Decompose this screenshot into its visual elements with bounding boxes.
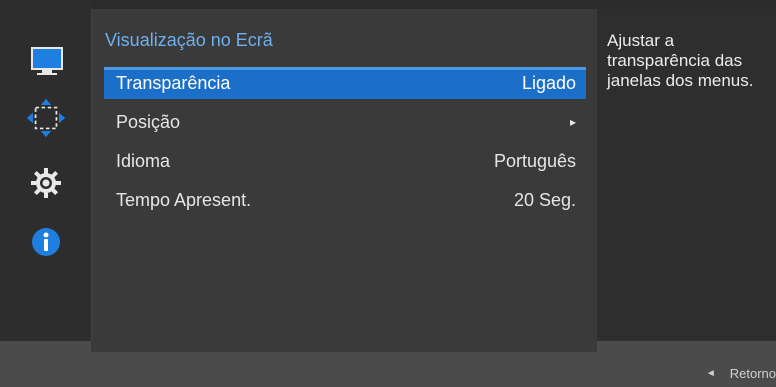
description-text: Ajustar a transparência das janelas dos … — [607, 31, 754, 90]
info-icon[interactable] — [26, 224, 66, 260]
sidebar — [0, 0, 92, 341]
menu-item-position[interactable]: Posição ▸ — [104, 106, 586, 138]
osd-menu-panel: Visualização no Ecrã Transparência Ligad… — [91, 9, 599, 352]
osd-screen: Visualização no Ecrã Transparência Ligad… — [0, 0, 776, 387]
menu-item-label: Posição — [116, 111, 181, 132]
menu-item-label: Transparência — [116, 72, 231, 93]
menu-item-value: Português — [493, 150, 576, 171]
menu-item-language[interactable]: Idioma Português — [104, 145, 586, 177]
back-arrow-icon: ◄ — [705, 368, 716, 379]
back-button[interactable]: ◄ Retorno — [706, 366, 776, 381]
menu-item-display-time[interactable]: Tempo Apresent. 20 Seg. — [104, 184, 586, 216]
footer-panel-extension — [91, 341, 597, 352]
monitor-icon[interactable] — [26, 44, 66, 80]
back-label: Retorno — [729, 366, 776, 381]
chevron-right-icon: ▸ — [569, 115, 576, 129]
footer-bar: ◄ Retorno — [0, 341, 776, 387]
menu-title: Visualização no Ecrã — [105, 30, 273, 50]
menu-item-label: Idioma — [116, 150, 171, 171]
position-arrows-icon[interactable] — [26, 98, 66, 138]
description-panel: Ajustar a transparência das janelas dos … — [597, 9, 776, 352]
gear-icon[interactable] — [26, 165, 66, 201]
menu-item-value: 20 Seg. — [513, 189, 576, 210]
menu-item-transparency[interactable]: Transparência Ligado — [104, 67, 586, 99]
menu-item-value: Ligado — [521, 72, 576, 93]
menu-item-label: Tempo Apresent. — [116, 189, 252, 210]
